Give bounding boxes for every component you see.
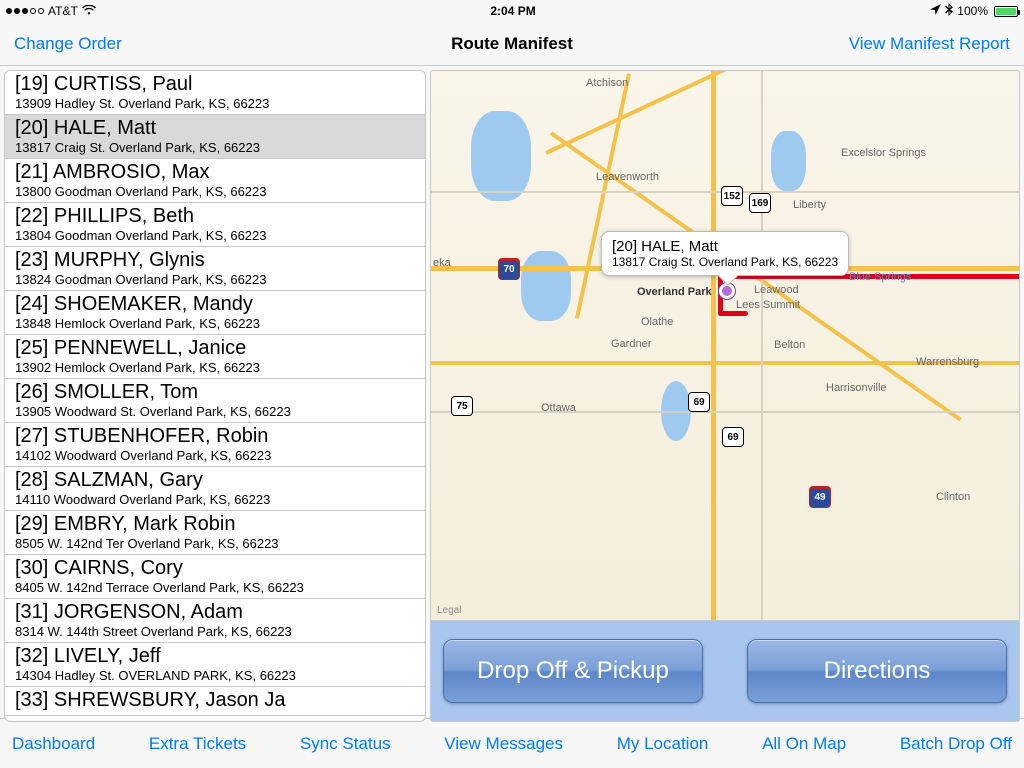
manifest-row[interactable]: [31] JORGENSON, Adam8314 W. 144th Street… (5, 599, 425, 643)
city-belton: Belton (774, 339, 805, 351)
row-subtitle: 13824 Goodman Overland Park, KS, 66223 (15, 272, 415, 287)
city-harrisonville: Harrisonville (826, 382, 887, 394)
manifest-row[interactable]: [23] MURPHY, Glynis13824 Goodman Overlan… (5, 247, 425, 291)
view-manifest-report-button[interactable]: View Manifest Report (849, 34, 1010, 54)
toolbar-all-on-map[interactable]: All On Map (762, 734, 846, 754)
map-attribution: Legal (437, 605, 461, 616)
nav-bar: Change Order Route Manifest View Manifes… (0, 22, 1024, 66)
city-leavenworth: Leavenworth (596, 171, 659, 183)
callout-subtitle: 13817 Craig St. Overland Park, KS, 66223 (612, 255, 838, 269)
row-subtitle: 14110 Woodward Overland Park, KS, 66223 (15, 492, 415, 507)
manifest-row[interactable]: [29] EMBRY, Mark Robin8505 W. 142nd Ter … (5, 511, 425, 555)
row-title: [21] AMBROSIO, Max (15, 161, 415, 184)
bottom-toolbar: Dashboard Extra Tickets Sync Status View… (0, 718, 1024, 768)
us-169-shield: 169 (749, 193, 771, 213)
toolbar-batch-drop-off[interactable]: Batch Drop Off (900, 734, 1012, 754)
toolbar-my-location[interactable]: My Location (617, 734, 709, 754)
manifest-row[interactable]: [19] CURTISS, Paul13909 Hadley St. Overl… (5, 71, 425, 115)
city-lees: Lees Summit (736, 299, 800, 311)
row-title: [33] SHREWSBURY, Jason Ja (15, 689, 415, 712)
row-subtitle: 13804 Goodman Overland Park, KS, 66223 (15, 228, 415, 243)
manifest-list[interactable]: [19] CURTISS, Paul13909 Hadley St. Overl… (4, 70, 426, 722)
manifest-row[interactable]: [25] PENNEWELL, Janice13902 Hemlock Over… (5, 335, 425, 379)
row-subtitle: 13848 Hemlock Overland Park, KS, 66223 (15, 316, 415, 331)
wifi-icon (82, 5, 96, 18)
row-title: [19] CURTISS, Paul (15, 73, 415, 96)
row-title: [20] HALE, Matt (15, 117, 415, 140)
status-time: 2:04 PM (490, 4, 535, 18)
interstate-70-shield: 70 (498, 258, 520, 280)
manifest-row[interactable]: [32] LIVELY, Jeff14304 Hadley St. OVERLA… (5, 643, 425, 687)
us-75-shield: 75 (451, 396, 473, 416)
interstate-49-shield: 49 (809, 486, 831, 508)
manifest-row[interactable]: [33] SHREWSBURY, Jason Ja (5, 687, 425, 716)
row-subtitle: 14304 Hadley St. OVERLAND PARK, KS, 6622… (15, 668, 415, 683)
row-title: [24] SHOEMAKER, Mandy (15, 293, 415, 316)
row-title: [30] CAIRNS, Cory (15, 557, 415, 580)
manifest-row[interactable]: [22] PHILLIPS, Beth13804 Goodman Overlan… (5, 203, 425, 247)
city-excelsior: Excelsior Springs (841, 147, 926, 159)
us-69b-shield: 69 (722, 427, 744, 447)
status-right: 100% (930, 3, 1018, 19)
row-subtitle: 8405 W. 142nd Terrace Overland Park, KS,… (15, 580, 415, 595)
city-warrensburg: Warrensburg (916, 356, 979, 368)
us-152-shield: 152 (721, 186, 743, 206)
action-area: Drop Off & Pickup Directions (430, 621, 1020, 722)
bluetooth-icon (945, 3, 953, 19)
right-pane: [20] HALE, Matt 13817 Craig St. Overland… (430, 70, 1020, 722)
row-subtitle: 13817 Craig St. Overland Park, KS, 66223 (15, 140, 415, 155)
city-liberty: Liberty (793, 199, 826, 211)
row-title: [22] PHILLIPS, Beth (15, 205, 415, 228)
row-subtitle: 8314 W. 144th Street Overland Park, KS, … (15, 624, 415, 639)
row-title: [32] LIVELY, Jeff (15, 645, 415, 668)
map[interactable]: [20] HALE, Matt 13817 Craig St. Overland… (430, 70, 1020, 621)
signal-dots-icon (6, 8, 44, 14)
manifest-row[interactable]: [20] HALE, Matt13817 Craig St. Overland … (5, 115, 425, 159)
row-title: [25] PENNEWELL, Janice (15, 337, 415, 360)
battery-percent: 100% (957, 4, 988, 18)
dropoff-pickup-button[interactable]: Drop Off & Pickup (443, 639, 703, 703)
row-title: [28] SALZMAN, Gary (15, 469, 415, 492)
manifest-row[interactable]: [30] CAIRNS, Cory8405 W. 142nd Terrace O… (5, 555, 425, 599)
row-title: [31] JORGENSON, Adam (15, 601, 415, 624)
city-olathe: Olathe (641, 316, 673, 328)
manifest-row[interactable]: [24] SHOEMAKER, Mandy13848 Hemlock Overl… (5, 291, 425, 335)
manifest-row[interactable]: [26] SMOLLER, Tom13905 Woodward St. Over… (5, 379, 425, 423)
location-arrow-icon (930, 4, 941, 18)
carrier-label: AT&T (48, 4, 78, 18)
row-subtitle: 13902 Hemlock Overland Park, KS, 66223 (15, 360, 415, 375)
row-title: [29] EMBRY, Mark Robin (15, 513, 415, 536)
city-atchison: Atchison (586, 77, 628, 89)
city-leawood: Leawood (754, 284, 799, 296)
status-bar: AT&T 2:04 PM 100% (0, 0, 1024, 22)
city-ottawa: Ottawa (541, 402, 576, 414)
manifest-row[interactable]: [21] AMBROSIO, Max13800 Goodman Overland… (5, 159, 425, 203)
row-subtitle: 13800 Goodman Overland Park, KS, 66223 (15, 184, 415, 199)
manifest-row[interactable]: [28] SALZMAN, Gary14110 Woodward Overlan… (5, 467, 425, 511)
status-left: AT&T (6, 4, 96, 18)
toolbar-dashboard[interactable]: Dashboard (12, 734, 95, 754)
row-title: [27] STUBENHOFER, Robin (15, 425, 415, 448)
city-blue: Blue Springs (849, 271, 911, 283)
row-title: [23] MURPHY, Glynis (15, 249, 415, 272)
city-eka: eka (433, 257, 451, 269)
battery-icon (994, 6, 1018, 17)
city-clinton: Clinton (936, 491, 970, 503)
manifest-row[interactable]: [27] STUBENHOFER, Robin14102 Woodward Ov… (5, 423, 425, 467)
main-split: [19] CURTISS, Paul13909 Hadley St. Overl… (0, 66, 1024, 718)
city-overland: Overland Park (637, 286, 712, 298)
toolbar-view-messages[interactable]: View Messages (444, 734, 563, 754)
row-subtitle: 8505 W. 142nd Ter Overland Park, KS, 662… (15, 536, 415, 551)
directions-button[interactable]: Directions (747, 639, 1007, 703)
change-order-button[interactable]: Change Order (14, 34, 122, 54)
us-69-shield: 69 (688, 392, 710, 412)
toolbar-sync-status[interactable]: Sync Status (300, 734, 391, 754)
row-subtitle: 14102 Woodward Overland Park, KS, 66223 (15, 448, 415, 463)
callout-title: [20] HALE, Matt (612, 238, 838, 255)
row-title: [26] SMOLLER, Tom (15, 381, 415, 404)
row-subtitle: 13905 Woodward St. Overland Park, KS, 66… (15, 404, 415, 419)
city-gardner: Gardner (611, 338, 651, 350)
toolbar-extra-tickets[interactable]: Extra Tickets (149, 734, 246, 754)
row-subtitle: 13909 Hadley St. Overland Park, KS, 6622… (15, 96, 415, 111)
